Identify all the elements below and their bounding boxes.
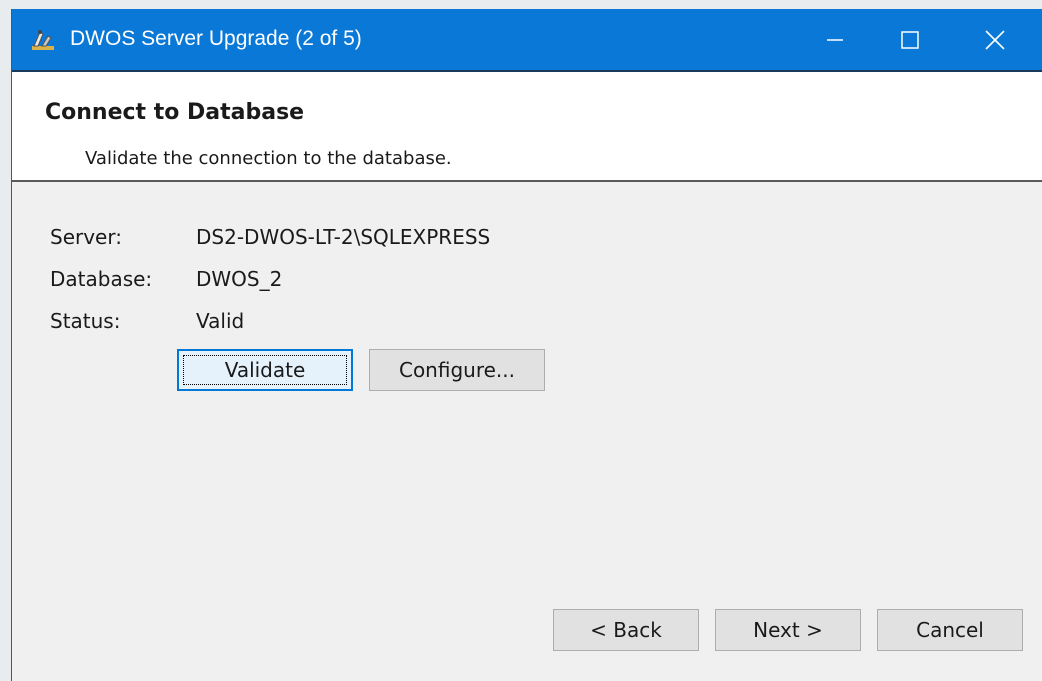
close-icon (984, 29, 1005, 50)
app-icon (30, 26, 56, 52)
server-label: Server: (50, 225, 122, 249)
title-bar[interactable]: DWOS Server Upgrade (2 of 5) (12, 9, 1042, 70)
back-button-label: < Back (590, 618, 662, 642)
wizard-header: Connect to Database Validate the connect… (12, 70, 1042, 182)
close-button[interactable] (957, 9, 1032, 70)
next-button[interactable]: Next > (715, 609, 861, 651)
upgrade-wizard-window: DWOS Server Upgrade (2 of 5) Connect to … (11, 9, 1042, 681)
minimize-button[interactable] (797, 9, 872, 70)
next-button-label: Next > (753, 618, 823, 642)
page-title: Connect to Database (45, 100, 305, 125)
server-value: DS2-DWOS-LT-2\SQLEXPRESS (196, 225, 491, 249)
database-label: Database: (50, 267, 153, 291)
status-value: Valid (196, 309, 245, 333)
cancel-button[interactable]: Cancel (877, 609, 1023, 651)
configure-button[interactable]: Configure... (369, 349, 545, 391)
configure-button-label: Configure... (398, 358, 515, 382)
status-label: Status: (50, 309, 121, 333)
focus-rectangle (183, 355, 347, 385)
window-title: DWOS Server Upgrade (2 of 5) (70, 27, 362, 50)
cancel-button-label: Cancel (916, 618, 984, 642)
minimize-icon (826, 38, 843, 41)
page-subtitle: Validate the connection to the database. (85, 148, 452, 169)
validate-button[interactable]: Validate (177, 349, 353, 391)
back-button[interactable]: < Back (553, 609, 699, 651)
maximize-icon (900, 30, 919, 49)
maximize-button[interactable] (872, 9, 947, 70)
database-value: DWOS_2 (196, 267, 283, 291)
